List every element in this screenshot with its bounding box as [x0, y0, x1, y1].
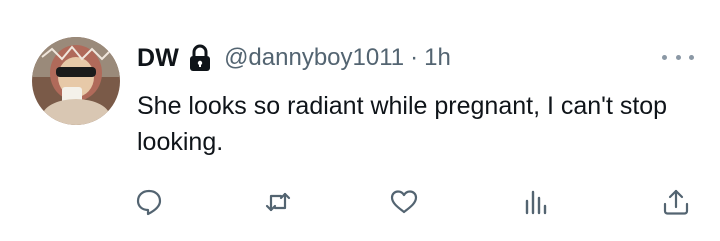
separator-dot: ·: [410, 44, 419, 71]
more-dot: [662, 54, 667, 60]
retweet-icon: [265, 192, 291, 212]
avatar[interactable]: [32, 37, 120, 125]
display-name[interactable]: DW: [137, 44, 179, 73]
more-dot: [675, 54, 681, 60]
views-button[interactable]: [515, 182, 555, 222]
user-handle[interactable]: @dannyboy1011: [224, 44, 404, 72]
share-button[interactable]: [656, 182, 696, 222]
share-icon: [663, 189, 689, 215]
more-horizontal-icon[interactable]: [662, 48, 694, 66]
tweet-text: She looks so radiant while pregnant, I c…: [137, 92, 668, 156]
retweet-button[interactable]: [258, 182, 298, 222]
timestamp[interactable]: 1h: [424, 44, 451, 72]
tweet-actions: [0, 182, 720, 222]
tweet[interactable]: DW @dannyboy1011 · 1h She looks so radia…: [0, 0, 720, 241]
reply-icon: [136, 189, 162, 216]
avatar-image: [32, 37, 120, 125]
lock-icon: [189, 44, 211, 72]
reply-button[interactable]: [129, 182, 169, 222]
more-dot: [689, 54, 694, 60]
analytics-icon: [525, 190, 547, 215]
heart-icon: [390, 190, 418, 214]
like-button[interactable]: [384, 182, 424, 222]
tweet-header: DW @dannyboy1011 · 1h: [137, 40, 451, 76]
